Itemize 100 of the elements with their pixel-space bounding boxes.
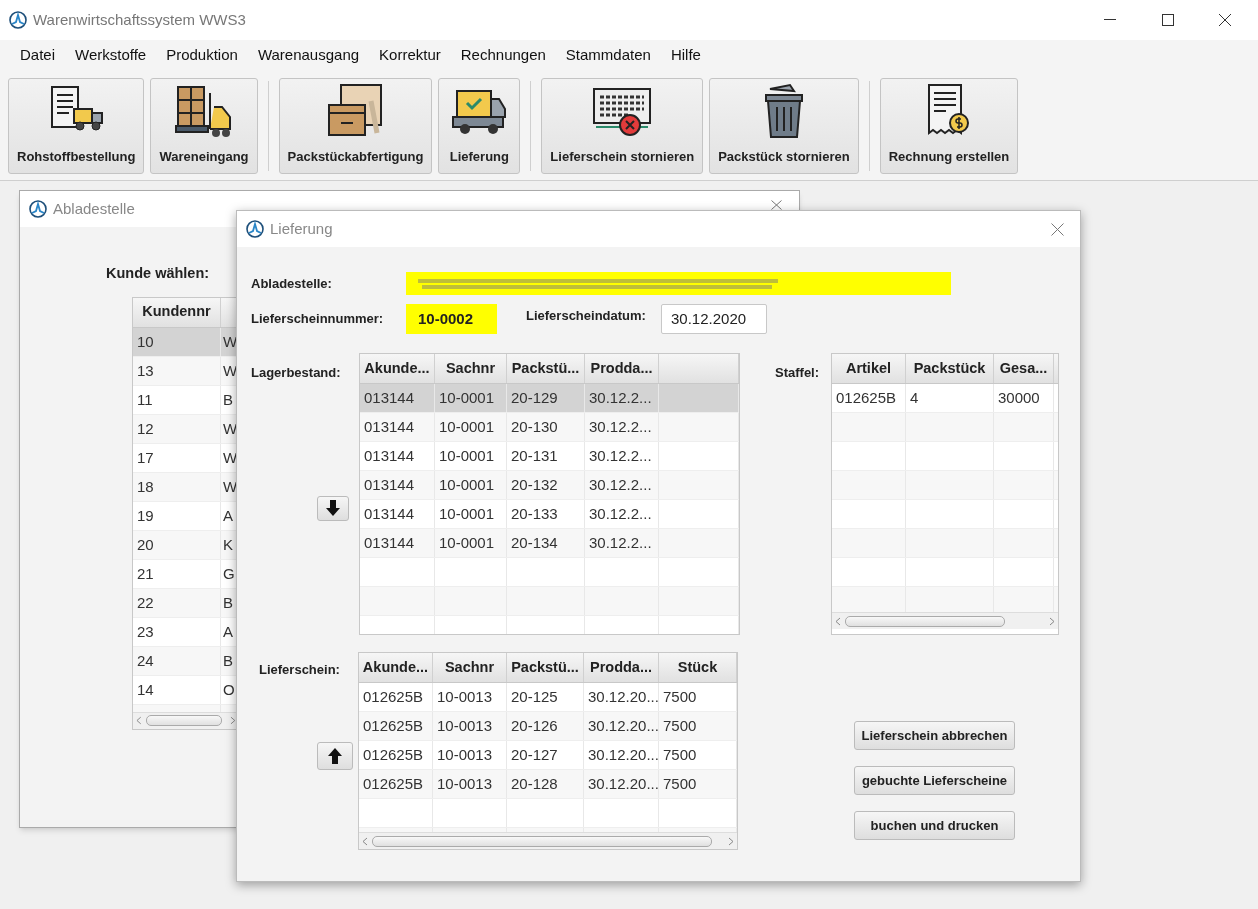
column-header[interactable]: Gesa... <box>994 354 1054 383</box>
menu-item[interactable]: Korrektur <box>369 41 451 70</box>
action-button[interactable]: Lieferschein abbrechen <box>854 721 1015 750</box>
delivery-number-field: 10-0002 <box>406 304 497 334</box>
menu-item[interactable]: Datei <box>10 41 66 70</box>
table-cell: 23 <box>133 617 221 646</box>
table-cell: 7500 <box>659 770 737 798</box>
table-cell: 10-0013 <box>433 683 507 711</box>
scroll-left-icon[interactable] <box>362 836 368 846</box>
table-cell: 20-126 <box>507 712 584 740</box>
table-cell: 10-0001 <box>435 500 507 528</box>
scroll-left-icon[interactable] <box>136 716 142 726</box>
table-cell: 10-0013 <box>433 770 507 798</box>
table-cell: 18 <box>133 472 221 501</box>
column-header[interactable]: Prodda... <box>585 354 659 383</box>
arrow-up-icon <box>328 747 342 764</box>
app-logo-icon <box>246 220 264 238</box>
table-cell: 4 <box>906 384 994 412</box>
scroll-right-icon[interactable] <box>728 836 734 846</box>
table-cell: 30.12.20... <box>584 712 659 740</box>
column-header[interactable]: Artikel <box>832 354 906 383</box>
table-cell: 20-128 <box>507 770 584 798</box>
table-cell: 24 <box>133 646 221 675</box>
table-cell: 30.12.20... <box>584 741 659 769</box>
field-label: Lieferscheindatum: <box>526 307 647 325</box>
table-cell: 30.12.2... <box>585 529 659 557</box>
toolbar-button[interactable]: Lieferung <box>438 77 521 174</box>
toolbar-button[interactable]: Rechnung erstellen <box>879 77 1019 174</box>
table-cell: 013144 <box>360 500 435 528</box>
table-cell: 20-127 <box>507 741 584 769</box>
table-cell: 30.12.20... <box>584 770 659 798</box>
table-cell: 013144 <box>360 384 435 412</box>
table-cell: 19 <box>133 501 221 530</box>
scroll-left-icon[interactable] <box>835 616 841 626</box>
column-header[interactable]: Akunde... <box>359 653 433 682</box>
scroll-right-icon[interactable] <box>230 716 236 726</box>
move-down-button[interactable] <box>317 495 349 521</box>
table-cell: 14 <box>133 675 221 704</box>
table-cell: 7500 <box>659 712 737 740</box>
maximize-icon[interactable] <box>1162 14 1174 26</box>
toolbar-button[interactable]: Packstückabfertigung <box>278 77 433 174</box>
table-cell: 012625B <box>359 770 433 798</box>
horizontal-scrollbar[interactable] <box>832 612 1058 629</box>
table-cell: 20-131 <box>507 442 585 470</box>
field-label: Abladestelle: <box>251 274 333 293</box>
column-header[interactable]: Prodda... <box>584 653 659 682</box>
table-cell: 013144 <box>360 442 435 470</box>
close-icon[interactable] <box>1219 14 1231 26</box>
abladestelle-field[interactable] <box>406 272 951 295</box>
app-logo-icon <box>29 200 47 218</box>
field-label: Lieferscheinnummer: <box>251 310 385 329</box>
table-cell: 17 <box>133 443 221 472</box>
table-cell: 20 <box>133 530 221 559</box>
scroll-right-icon[interactable] <box>1049 616 1055 626</box>
toolbar-button[interactable]: Packstück stornieren <box>709 77 859 174</box>
menu-item[interactable]: Werkstoffe <box>65 41 157 70</box>
column-header[interactable]: Packstü... <box>507 653 584 682</box>
horizontal-scrollbar[interactable] <box>359 832 737 849</box>
menu-item[interactable]: Stammdaten <box>555 41 661 70</box>
table-cell: 12 <box>133 414 221 443</box>
table-cell: 20-132 <box>507 471 585 499</box>
table-cell: 20-129 <box>507 384 585 412</box>
column-header[interactable]: Packstü... <box>507 354 585 383</box>
table-cell: 13 <box>133 356 221 385</box>
table-cell: 20-133 <box>507 500 585 528</box>
table-cell: 013144 <box>360 471 435 499</box>
field-label: Lagerbestand: <box>251 364 342 382</box>
table-cell: 7500 <box>659 741 737 769</box>
column-header[interactable]: Stück <box>659 653 737 682</box>
toolbar-button[interactable]: Wareneingang <box>150 77 258 174</box>
table-cell: 30.12.2... <box>585 471 659 499</box>
menu-item[interactable]: Warenausgang <box>247 41 370 70</box>
table-cell: 013144 <box>360 529 435 557</box>
dialog-title: Abladestelle <box>53 198 135 219</box>
table-cell: 012625B <box>832 384 906 412</box>
date-field[interactable]: 30.12.2020 <box>661 304 767 334</box>
table-cell: 20-134 <box>507 529 585 557</box>
table-cell: 10-0013 <box>433 741 507 769</box>
column-header[interactable]: Akunde... <box>360 354 435 383</box>
move-up-button[interactable] <box>317 741 353 770</box>
table-cell: 012625B <box>359 712 433 740</box>
action-button[interactable]: buchen und drucken <box>854 811 1015 840</box>
window-title: Warenwirtschaftssystem WWS3 <box>33 9 246 30</box>
column-header[interactable]: Sachnr <box>433 653 507 682</box>
toolbar-button[interactable]: Rohstoffbestellung <box>8 77 145 174</box>
column-header[interactable]: Packstück <box>906 354 994 383</box>
table-cell: 30.12.20... <box>584 683 659 711</box>
menu-item[interactable]: Hilfe <box>660 41 711 70</box>
table-cell: 10-0001 <box>435 384 507 412</box>
table-cell: 20-130 <box>507 413 585 441</box>
column-header[interactable]: Sachnr <box>435 354 507 383</box>
table-cell: 013144 <box>360 413 435 441</box>
table-cell: 20-125 <box>507 683 584 711</box>
minimize-icon[interactable] <box>1104 19 1116 21</box>
menu-item[interactable]: Rechnungen <box>450 41 556 70</box>
toolbar-button[interactable]: Lieferschein stornieren <box>541 77 704 174</box>
table-cell: 10-0001 <box>435 529 507 557</box>
menu-item[interactable]: Produktion <box>156 41 248 70</box>
arrow-down-icon <box>326 500 340 516</box>
action-button[interactable]: gebuchte Lieferscheine <box>854 766 1015 795</box>
